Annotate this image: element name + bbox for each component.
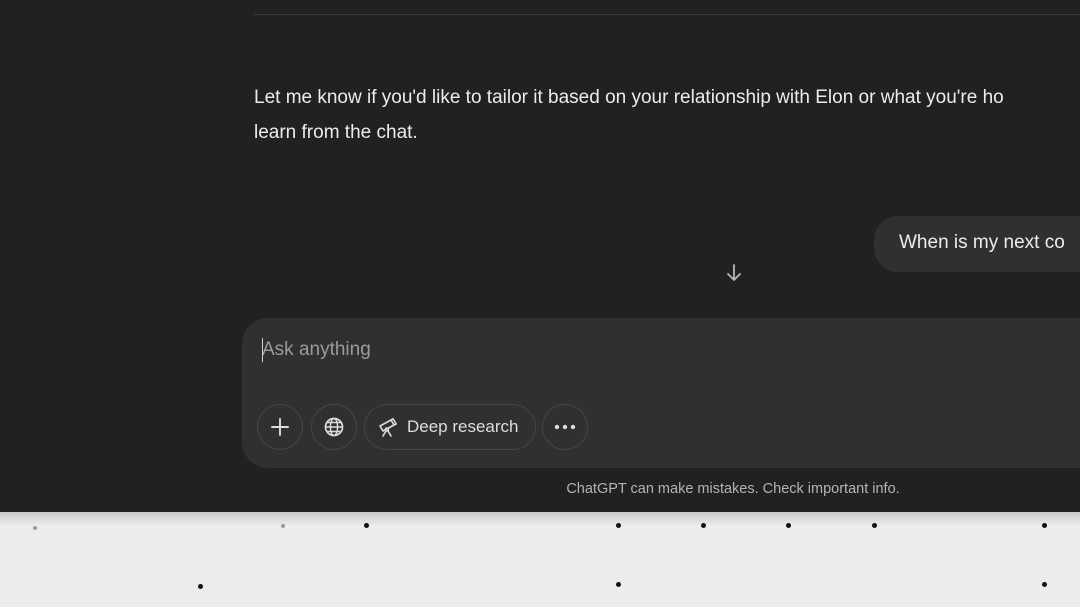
assistant-message-line: Let me know if you'd like to tailor it b… — [254, 87, 1004, 108]
background-dot — [364, 523, 369, 528]
ellipsis-icon — [554, 424, 576, 430]
globe-icon — [324, 417, 344, 437]
background-dot — [281, 524, 285, 528]
background-dot — [616, 582, 621, 587]
background-dot — [872, 523, 877, 528]
disclaimer-text: ChatGPT can make mistakes. Check importa… — [566, 481, 900, 497]
message-divider — [254, 14, 1080, 15]
background-dot — [1042, 582, 1047, 587]
user-message-bubble: When is my next co — [874, 216, 1080, 272]
composer — [242, 318, 1080, 468]
deep-research-button[interactable]: Deep research — [364, 404, 536, 450]
assistant-message-line: learn from the chat. — [254, 122, 418, 143]
background-dot — [198, 584, 203, 589]
scroll-to-bottom-button[interactable] — [722, 260, 746, 286]
telescope-icon — [379, 418, 397, 437]
user-message-text: When is my next co — [899, 232, 1065, 253]
chat-window: Let me know if you'd like to tailor it b… — [0, 0, 1080, 512]
text-cursor — [262, 338, 263, 362]
search-web-button[interactable] — [311, 404, 357, 450]
background-dot — [701, 523, 706, 528]
desk-background — [0, 512, 1080, 607]
background-dot — [786, 523, 791, 528]
add-attachment-button[interactable] — [257, 404, 303, 450]
assistant-message: Let me know if you'd like to tailor it b… — [254, 80, 1080, 150]
background-dot — [33, 526, 37, 530]
prompt-input[interactable] — [262, 336, 1042, 364]
more-tools-button[interactable] — [542, 404, 588, 450]
background-dot — [1042, 523, 1047, 528]
arrow-down-icon — [727, 264, 741, 281]
plus-icon — [271, 418, 289, 436]
deep-research-label: Deep research — [407, 417, 519, 436]
background-dot — [616, 523, 621, 528]
